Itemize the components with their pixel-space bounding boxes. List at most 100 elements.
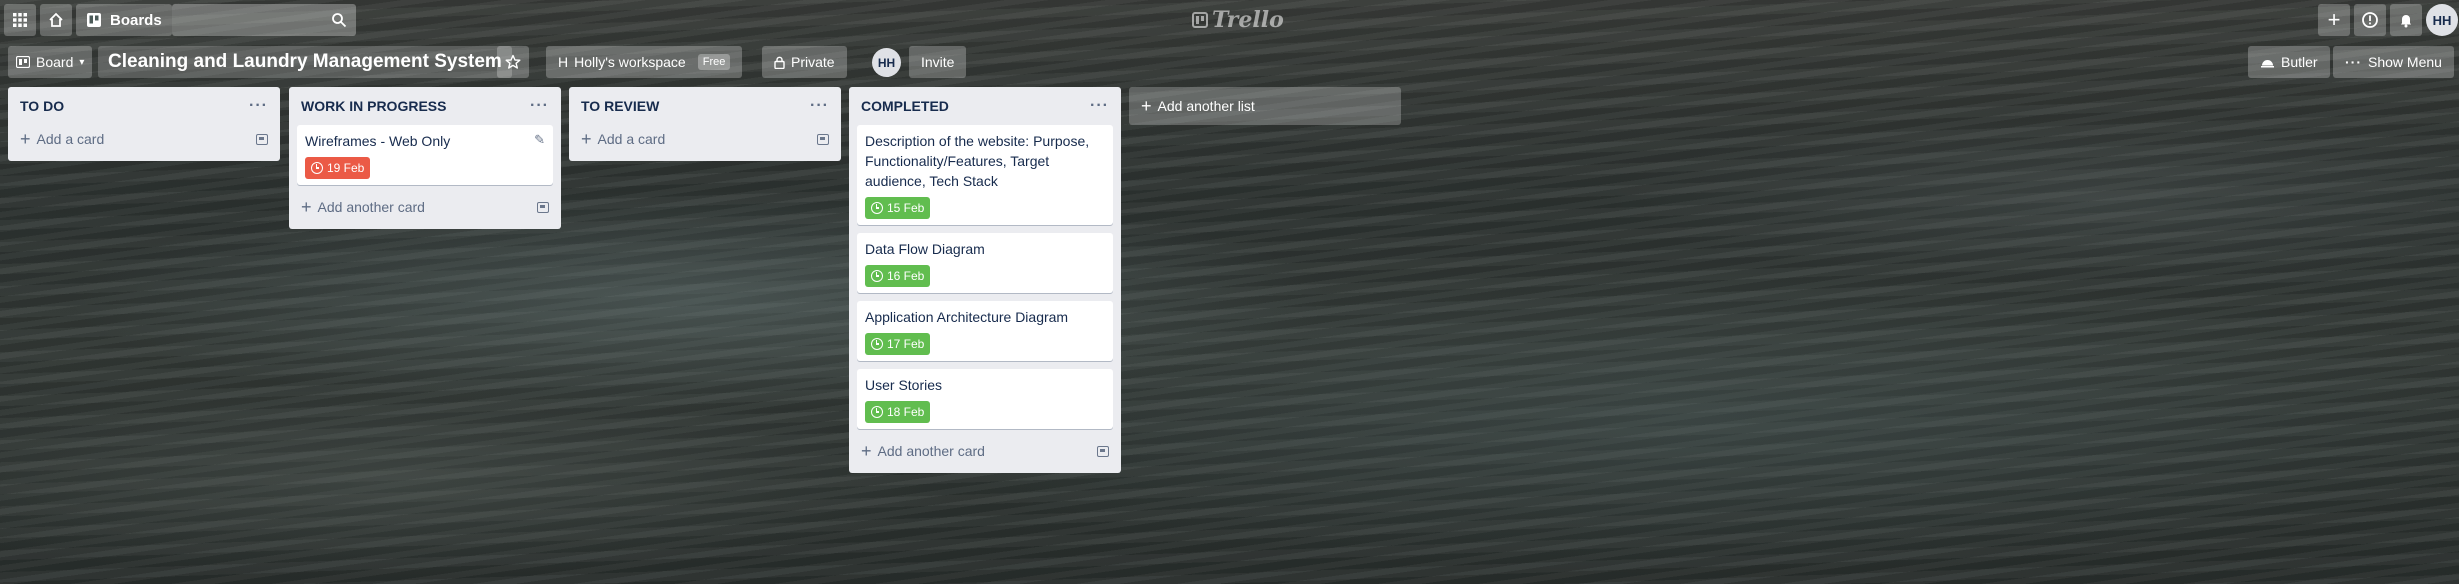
add-card-label: Add another card [317, 199, 425, 215]
due-date-label: 16 Feb [887, 269, 925, 283]
info-icon [2362, 12, 2378, 28]
list-title[interactable]: TO DO [20, 98, 64, 114]
more-icon: ··· [2345, 54, 2362, 70]
card-title: Wireframes - Web Only [305, 133, 451, 149]
card-title: Application Architecture Diagram [865, 309, 1069, 325]
edit-pencil-icon[interactable]: ✎ [534, 132, 545, 148]
plus-icon: + [861, 441, 872, 461]
board-view-switcher[interactable]: Board ▾ [8, 46, 93, 78]
due-date-label: 18 Feb [887, 405, 925, 419]
workspace-initial: H [558, 54, 569, 70]
list-to-review: TO REVIEW ··· + Add a card [569, 87, 841, 161]
card[interactable]: User Stories 18 Feb [857, 369, 1113, 429]
card[interactable]: Wireframes - Web Only ✎ 19 Feb [297, 125, 553, 185]
card-title: Data Flow Diagram [865, 241, 985, 257]
apps-grid-icon[interactable] [4, 4, 36, 36]
due-date-badge[interactable]: 15 Feb [865, 197, 931, 219]
add-card-row: + Add a card [577, 125, 833, 153]
star-button[interactable] [497, 46, 529, 78]
clock-icon [871, 270, 883, 282]
due-date-label: 17 Feb [887, 337, 925, 351]
boards-button[interactable]: Boards [76, 4, 172, 36]
card-template-icon[interactable] [537, 201, 549, 213]
due-date-badge[interactable]: 19 Feb [305, 157, 371, 179]
card-template-icon[interactable] [256, 133, 268, 145]
add-card-label: Add a card [597, 131, 666, 147]
top-navigation: Boards Trello + HH [0, 0, 2459, 40]
workspace-label: Holly's workspace [574, 54, 686, 70]
card[interactable]: Description of the website: Purpose, Fun… [857, 125, 1113, 225]
clock-icon [871, 406, 883, 418]
card[interactable]: Data Flow Diagram 16 Feb [857, 233, 1113, 293]
list-menu-icon[interactable]: ··· [810, 97, 829, 115]
plus-icon: + [20, 129, 31, 149]
search-icon [332, 13, 347, 28]
board-view-label: Board [36, 54, 74, 70]
card[interactable]: Application Architecture Diagram 17 Feb [857, 301, 1113, 361]
card-template-icon[interactable] [817, 133, 829, 145]
chevron-down-icon: ▾ [79, 56, 85, 68]
boards-icon [87, 13, 101, 27]
butler-label: Butler [2281, 54, 2318, 70]
add-card-label: Add a card [36, 131, 105, 147]
list-menu-icon[interactable]: ··· [249, 97, 268, 115]
add-list-button[interactable]: + Add another list [1129, 87, 1401, 125]
user-avatar[interactable]: HH [2426, 4, 2458, 36]
due-date-badge[interactable]: 18 Feb [865, 401, 931, 423]
add-list-label: Add another list [1157, 98, 1255, 114]
logo-text: Trello [1212, 7, 1284, 33]
list-header: COMPLETED ··· [857, 87, 1113, 125]
plus-icon: + [1141, 96, 1152, 116]
list-menu-icon[interactable]: ··· [1090, 97, 1109, 115]
trello-logo-icon [1192, 12, 1208, 28]
card-title: Description of the website: Purpose, Fun… [865, 133, 1090, 189]
add-card-button[interactable]: + Add a card [20, 130, 104, 148]
add-card-row: + Add another card [297, 193, 553, 221]
list-title[interactable]: COMPLETED [861, 98, 949, 114]
add-card-button[interactable]: + Add a card [581, 130, 665, 148]
add-card-button[interactable]: + Add another card [861, 442, 985, 460]
plus-icon: + [301, 197, 312, 217]
visibility-button[interactable]: Private [762, 46, 847, 78]
workspace-button[interactable]: H Holly's workspace Free [546, 46, 743, 78]
clock-icon [871, 338, 883, 350]
create-button[interactable]: + [2318, 4, 2350, 36]
clock-icon [311, 162, 323, 174]
due-date-badge[interactable]: 16 Feb [865, 265, 931, 287]
due-date-badge[interactable]: 17 Feb [865, 333, 931, 355]
butler-icon [2261, 60, 2274, 68]
list-header: TO REVIEW ··· [577, 87, 833, 125]
list-menu-icon[interactable]: ··· [530, 97, 549, 115]
add-card-button[interactable]: + Add another card [301, 198, 425, 216]
list-title[interactable]: WORK IN PROGRESS [301, 98, 446, 114]
list-to-do: TO DO ··· + Add a card [8, 87, 280, 161]
show-menu-button[interactable]: ··· Show Menu [2333, 46, 2454, 78]
star-icon [505, 54, 521, 69]
notifications-button[interactable] [2390, 4, 2422, 36]
list-title[interactable]: TO REVIEW [581, 98, 659, 114]
add-card-row: + Add a card [16, 125, 272, 153]
list-completed: COMPLETED ··· Description of the website… [849, 87, 1121, 473]
clock-icon [871, 202, 883, 214]
invite-button[interactable]: Invite [909, 46, 967, 78]
butler-button[interactable]: Butler [2248, 46, 2330, 78]
due-date-label: 19 Feb [327, 161, 365, 175]
plus-icon: + [581, 129, 592, 149]
workspace-plan-badge: Free [697, 54, 731, 70]
home-button[interactable] [40, 4, 72, 36]
card-template-icon[interactable] [1097, 445, 1109, 457]
home-icon [49, 12, 63, 27]
member-avatar[interactable]: HH [872, 48, 901, 77]
list-work-in-progress: WORK IN PROGRESS ··· Wireframes - Web On… [289, 87, 561, 229]
info-button[interactable] [2354, 4, 2386, 36]
boards-label: Boards [110, 11, 162, 29]
search-input[interactable] [172, 4, 356, 36]
add-card-row: + Add another card [857, 437, 1113, 465]
add-card-label: Add another card [877, 443, 985, 459]
visibility-label: Private [791, 54, 835, 70]
board-title[interactable]: Cleaning and Laundry Management System [98, 46, 512, 78]
bell-icon [2401, 15, 2411, 28]
trello-logo[interactable]: Trello [1192, 7, 1284, 33]
grid-icon [13, 13, 27, 27]
board-view-icon [16, 56, 30, 68]
